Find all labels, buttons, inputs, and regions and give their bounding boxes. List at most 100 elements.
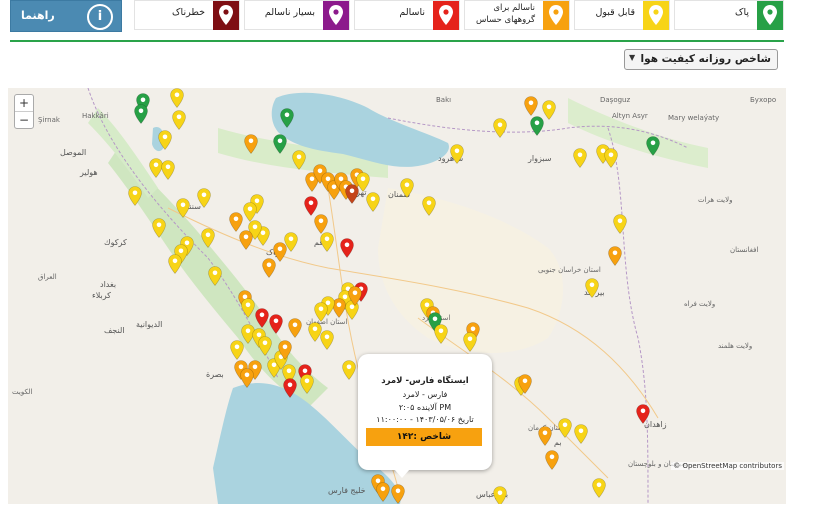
station-marker[interactable] bbox=[161, 160, 175, 180]
station-marker[interactable] bbox=[255, 308, 269, 328]
station-marker[interactable] bbox=[243, 202, 257, 222]
station-marker[interactable] bbox=[208, 266, 222, 286]
map-label: بصرة bbox=[206, 370, 224, 379]
map-pin-icon bbox=[366, 192, 380, 212]
map-pin-icon bbox=[573, 148, 587, 168]
air-quality-map[interactable]: Şirnak Hakkâri الموصل هولیر كركوك بغداد … bbox=[8, 88, 786, 504]
map-pin-icon bbox=[376, 482, 390, 502]
station-marker[interactable] bbox=[158, 130, 172, 150]
station-marker[interactable] bbox=[608, 246, 622, 266]
station-marker[interactable] bbox=[288, 318, 302, 338]
station-marker[interactable] bbox=[613, 214, 627, 234]
station-marker[interactable] bbox=[314, 214, 328, 234]
station-marker[interactable] bbox=[262, 258, 276, 278]
station-popup: ایستگاه فارس- لامرد فارس - لامرد آلاینده… bbox=[358, 354, 492, 478]
map-pin-icon bbox=[348, 286, 362, 306]
station-marker[interactable] bbox=[170, 88, 184, 108]
station-marker[interactable] bbox=[273, 134, 287, 154]
station-marker[interactable] bbox=[152, 218, 166, 238]
station-marker[interactable] bbox=[241, 298, 255, 318]
station-marker[interactable] bbox=[240, 368, 254, 388]
station-marker[interactable] bbox=[530, 116, 544, 136]
station-marker[interactable] bbox=[134, 104, 148, 124]
station-marker[interactable] bbox=[573, 148, 587, 168]
station-marker[interactable] bbox=[172, 110, 186, 130]
station-marker[interactable] bbox=[545, 450, 559, 470]
station-marker[interactable] bbox=[538, 426, 552, 446]
station-marker[interactable] bbox=[269, 314, 283, 334]
station-marker[interactable] bbox=[230, 340, 244, 360]
legend-item-very-unhealthy: بسیار ناسالم bbox=[244, 0, 350, 30]
station-marker[interactable] bbox=[493, 486, 507, 504]
map-pin-icon bbox=[320, 232, 334, 252]
station-marker[interactable] bbox=[314, 302, 328, 322]
station-marker[interactable] bbox=[493, 118, 507, 138]
station-marker[interactable] bbox=[229, 212, 243, 232]
station-marker[interactable] bbox=[542, 100, 556, 120]
station-marker[interactable] bbox=[284, 232, 298, 252]
map-pin-icon bbox=[493, 486, 507, 504]
map-pin-icon bbox=[284, 232, 298, 252]
station-marker[interactable] bbox=[258, 336, 272, 356]
map-pin-icon bbox=[524, 96, 538, 116]
station-marker[interactable] bbox=[239, 230, 253, 250]
station-marker[interactable] bbox=[636, 404, 650, 424]
station-marker[interactable] bbox=[585, 278, 599, 298]
station-marker[interactable] bbox=[434, 324, 448, 344]
station-marker[interactable] bbox=[320, 330, 334, 350]
station-marker[interactable] bbox=[391, 484, 405, 504]
map-pin-icon bbox=[643, 1, 669, 30]
map-pin-icon bbox=[239, 230, 253, 250]
station-marker[interactable] bbox=[176, 198, 190, 218]
station-marker[interactable] bbox=[366, 192, 380, 212]
station-marker[interactable] bbox=[524, 96, 538, 116]
map-pin-icon bbox=[230, 340, 244, 360]
station-marker[interactable] bbox=[283, 378, 297, 398]
zoom-out-button[interactable]: − bbox=[15, 111, 33, 128]
station-marker[interactable] bbox=[348, 286, 362, 306]
map-pin-icon bbox=[273, 134, 287, 154]
map-pin-icon bbox=[240, 368, 254, 388]
station-marker[interactable] bbox=[376, 482, 390, 502]
station-marker[interactable] bbox=[574, 424, 588, 444]
map-pin-icon bbox=[542, 100, 556, 120]
index-type-select[interactable]: شاخص روزانه کیفیت هوا ▼ bbox=[624, 49, 778, 70]
legend-item-hazardous: خطرناک bbox=[134, 0, 240, 30]
map-pin-icon bbox=[450, 144, 464, 164]
station-marker[interactable] bbox=[592, 478, 606, 498]
station-marker[interactable] bbox=[304, 196, 318, 216]
station-marker[interactable] bbox=[422, 196, 436, 216]
station-marker[interactable] bbox=[300, 374, 314, 394]
station-marker[interactable] bbox=[340, 238, 354, 258]
station-marker[interactable] bbox=[201, 228, 215, 248]
map-pin-icon bbox=[356, 172, 370, 192]
station-marker[interactable] bbox=[278, 340, 292, 360]
station-marker[interactable] bbox=[320, 232, 334, 252]
map-pin-icon bbox=[170, 88, 184, 108]
map-pin-icon bbox=[545, 450, 559, 470]
station-marker[interactable] bbox=[280, 108, 294, 128]
map-pin-icon bbox=[292, 150, 306, 170]
map-label: هولیر bbox=[80, 168, 98, 177]
station-marker[interactable] bbox=[558, 418, 572, 438]
station-marker[interactable] bbox=[292, 150, 306, 170]
station-marker[interactable] bbox=[128, 186, 142, 206]
station-marker[interactable] bbox=[356, 172, 370, 192]
station-marker[interactable] bbox=[342, 360, 356, 380]
station-marker[interactable] bbox=[646, 136, 660, 156]
legend-label: خطرناک bbox=[172, 7, 205, 18]
station-marker[interactable] bbox=[400, 178, 414, 198]
station-marker[interactable] bbox=[518, 374, 532, 394]
station-marker[interactable] bbox=[197, 188, 211, 208]
station-marker[interactable] bbox=[168, 254, 182, 274]
station-marker[interactable] bbox=[450, 144, 464, 164]
select-value: شاخص روزانه کیفیت هوا bbox=[640, 53, 771, 65]
station-marker[interactable] bbox=[463, 332, 477, 352]
station-marker[interactable] bbox=[244, 134, 258, 154]
zoom-in-button[interactable]: + bbox=[15, 95, 33, 111]
station-marker[interactable] bbox=[604, 148, 618, 168]
popup-tip bbox=[394, 469, 410, 478]
map-pin-icon bbox=[613, 214, 627, 234]
map-pin-icon bbox=[243, 202, 257, 222]
help-button[interactable]: راهنما i bbox=[10, 0, 122, 32]
